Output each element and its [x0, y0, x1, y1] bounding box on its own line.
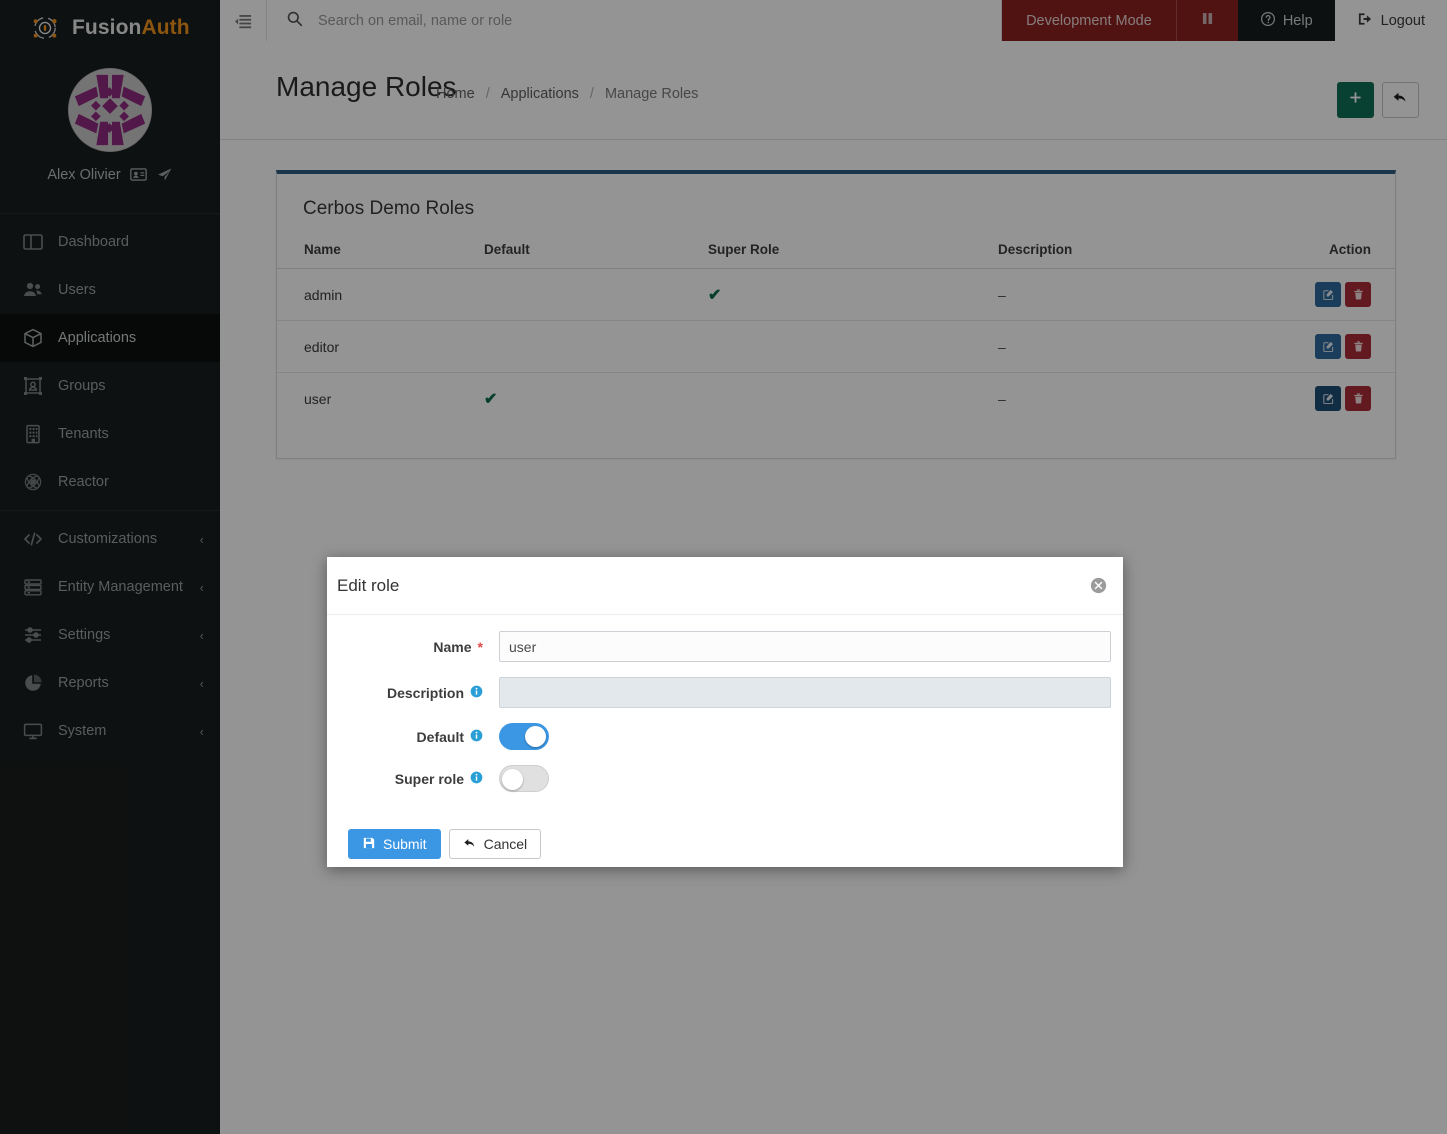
name-input[interactable] — [499, 631, 1111, 662]
toggle-knob — [502, 769, 523, 790]
modal-body: Name* Description Default — [327, 615, 1123, 859]
modal-title: Edit role — [337, 576, 1090, 596]
super-role-label: Super role — [339, 771, 499, 787]
edit-role-modal: Edit role Name* Description — [327, 557, 1123, 867]
submit-button[interactable]: Submit — [348, 829, 441, 859]
default-toggle[interactable] — [499, 723, 549, 750]
cancel-label: Cancel — [484, 836, 528, 852]
close-circle-icon[interactable] — [1090, 577, 1107, 594]
description-input[interactable] — [499, 677, 1111, 708]
info-icon[interactable] — [470, 729, 483, 745]
modal-header: Edit role — [327, 557, 1123, 615]
field-row-default: Default — [339, 723, 1111, 750]
save-icon — [362, 836, 376, 853]
toggle-knob — [525, 726, 546, 747]
name-label: Name* — [339, 639, 499, 655]
required-asterisk: * — [478, 639, 483, 655]
modal-footer: Submit Cancel — [339, 807, 1111, 859]
cancel-button[interactable]: Cancel — [449, 829, 542, 859]
submit-label: Submit — [383, 836, 427, 852]
field-row-super-role: Super role — [339, 765, 1111, 792]
description-label: Description — [339, 685, 499, 701]
back-arrow-icon — [463, 836, 477, 853]
field-row-name: Name* — [339, 631, 1111, 662]
super-role-toggle[interactable] — [499, 765, 549, 792]
info-icon[interactable] — [470, 685, 483, 701]
default-label: Default — [339, 729, 499, 745]
info-icon[interactable] — [470, 771, 483, 787]
field-row-description: Description — [339, 677, 1111, 708]
